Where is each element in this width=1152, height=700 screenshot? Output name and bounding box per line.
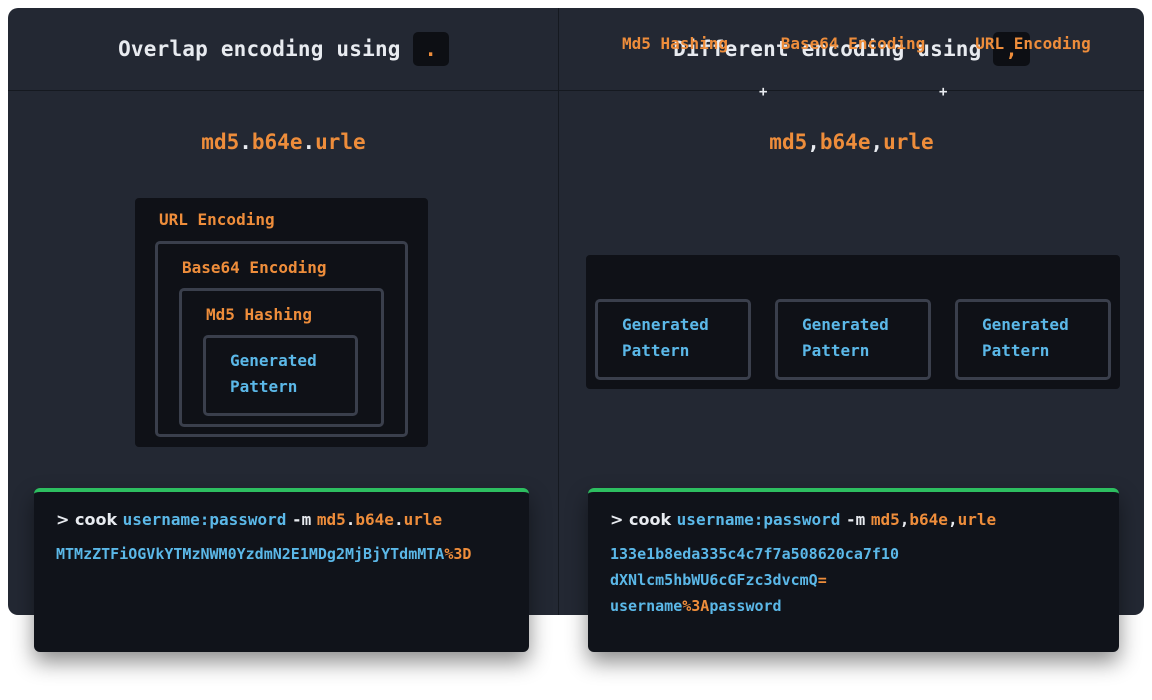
- method-separator: .: [393, 510, 404, 529]
- plus-sign: +: [759, 84, 768, 100]
- base64-pattern-box: Generated Pattern: [775, 299, 931, 380]
- method-name: urle: [957, 510, 997, 529]
- generated-pattern-text: Generated Pattern: [802, 312, 889, 364]
- method-separator: ,: [947, 510, 958, 529]
- pattern-line: Pattern: [622, 341, 690, 360]
- terminal-command: > cook username:password -m md5.b64e.url…: [56, 510, 509, 529]
- formula-separator: .: [302, 130, 316, 154]
- method-name: b64e: [355, 510, 394, 529]
- output-encoded-char: %3D: [444, 545, 472, 563]
- formula-method: b64e: [251, 130, 303, 154]
- md5-pattern-box: Generated Pattern: [595, 299, 751, 380]
- output-url-line: username%3Apassword: [610, 593, 1099, 619]
- right-formula: md5,b64e,urle: [559, 130, 1144, 154]
- method-name: md5: [316, 510, 346, 529]
- command-argument: username:password: [676, 510, 841, 529]
- pattern-line: Generated: [622, 315, 709, 334]
- output-value: password: [709, 597, 782, 615]
- output-padding: =: [817, 571, 827, 589]
- pattern-line: Pattern: [230, 377, 298, 396]
- command-name: cook: [74, 510, 118, 529]
- url-encoding-label: URL Encoding: [159, 210, 275, 229]
- formula-method: urle: [315, 130, 366, 154]
- terminal-output: MTMzZTFiOGVkYTMzNWM0YzdmN2E1MDg2MjBjYTdm…: [56, 541, 509, 567]
- output-md5-line: 133e1b8eda335c4c7f7a508620ca7f10: [610, 545, 899, 563]
- pattern-line: Generated: [982, 315, 1069, 334]
- horizontal-divider: [8, 90, 1144, 91]
- md5-hashing-label: Md5 Hashing: [206, 305, 312, 324]
- pattern-line: Pattern: [982, 341, 1050, 360]
- pattern-line: Pattern: [802, 341, 870, 360]
- left-header-text: Overlap encoding using: [118, 37, 401, 61]
- generated-pattern-box: Generated Pattern: [203, 335, 358, 416]
- formula-method: md5: [201, 130, 240, 154]
- url-pattern-box: Generated Pattern: [955, 299, 1111, 380]
- method-name: md5: [870, 510, 900, 529]
- formula-method: md5: [769, 130, 808, 154]
- generated-pattern-text: Generated Pattern: [622, 312, 709, 364]
- plus-sign: +: [939, 84, 948, 100]
- base64-encoding-label: Base64 Encoding: [780, 34, 926, 53]
- output-value: MTMzZTFiOGVkYTMzNWM0YzdmN2E1MDg2MjBjYTdm…: [56, 545, 445, 563]
- generated-pattern-text: Generated Pattern: [982, 312, 1069, 364]
- output-base64-line: dXNlcm5hbWU6cGFzc3dvcmQ=: [610, 567, 1099, 593]
- method-separator: .: [345, 510, 356, 529]
- command-flag: -m: [292, 510, 312, 529]
- url-encoding-label: URL Encoding: [975, 34, 1091, 53]
- formula-separator: ,: [807, 130, 820, 154]
- base64-encoding-label: Base64 Encoding: [182, 258, 327, 277]
- formula-separator: .: [239, 130, 252, 154]
- command-name: cook: [628, 510, 672, 529]
- method-name: urle: [403, 510, 443, 529]
- terminal-command: > cook username:password -m md5,b64e,url…: [610, 510, 1099, 529]
- left-formula: md5.b64e.urle: [8, 130, 559, 154]
- method-separator: ,: [899, 510, 910, 529]
- formula-separator: ,: [870, 130, 884, 154]
- pattern-line: Generated: [802, 315, 889, 334]
- left-header-separator: .: [412, 32, 449, 66]
- md5-hashing-label: Md5 Hashing: [622, 34, 728, 53]
- terminal-output: 133e1b8eda335c4c7f7a508620ca7f10 dXNlcm5…: [610, 541, 1099, 619]
- pattern-line: Generated: [230, 351, 317, 370]
- generated-pattern-text: Generated Pattern: [230, 348, 317, 400]
- right-terminal: > cook username:password -m md5,b64e,url…: [588, 488, 1119, 652]
- formula-method: b64e: [819, 130, 871, 154]
- command-argument: username:password: [122, 510, 287, 529]
- prompt-symbol: >: [610, 510, 624, 529]
- command-flag: -m: [846, 510, 866, 529]
- left-terminal: > cook username:password -m md5.b64e.url…: [34, 488, 529, 652]
- output-value: dXNlcm5hbWU6cGFzc3dvcmQ: [610, 571, 818, 589]
- formula-method: urle: [883, 130, 934, 154]
- method-name: b64e: [909, 510, 948, 529]
- prompt-symbol: >: [56, 510, 70, 529]
- left-header: Overlap encoding using .: [8, 8, 559, 90]
- output-encoded-char: %3A: [682, 597, 710, 615]
- vertical-divider: [558, 8, 559, 615]
- output-value: username: [610, 597, 683, 615]
